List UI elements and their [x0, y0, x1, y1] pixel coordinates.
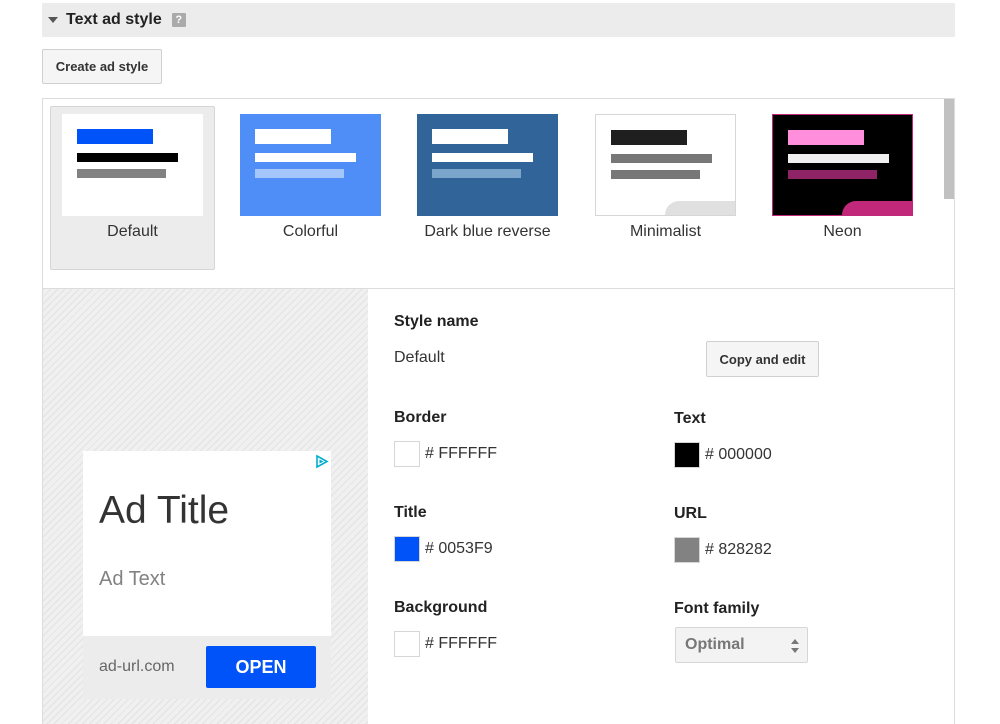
border-color-field[interactable]: # FFFFFF: [394, 441, 497, 467]
style-option-dark-blue-reverse[interactable]: Dark blue reverse: [405, 106, 570, 270]
style-thumbnail[interactable]: [240, 114, 381, 216]
thumb-title-bar: [611, 130, 687, 145]
thumb-title-bar: [77, 129, 153, 144]
thumb-text-bar: [788, 170, 877, 179]
text-swatch[interactable]: [674, 442, 700, 468]
thumb-text-bar: [432, 153, 533, 162]
create-ad-style-button[interactable]: Create ad style: [42, 49, 162, 84]
thumb-text-bar: [432, 169, 521, 178]
title-color-field[interactable]: # 0053F9: [394, 536, 493, 562]
style-option-colorful[interactable]: Colorful: [228, 106, 393, 270]
thumb-button-shape: [842, 201, 912, 215]
background-label: Background: [394, 599, 488, 616]
text-label: Text: [674, 410, 706, 427]
thumb-button-shape: [665, 201, 735, 215]
style-label: Minimalist: [629, 223, 702, 240]
hash-symbol: #: [705, 446, 714, 463]
thumb-text-bar: [255, 153, 356, 162]
style-thumbnail[interactable]: [772, 114, 913, 216]
title-hex[interactable]: 0053F9: [438, 540, 492, 558]
hash-symbol: #: [425, 635, 434, 652]
style-option-minimalist[interactable]: Minimalist: [583, 106, 748, 270]
style-thumbnail[interactable]: [417, 114, 558, 216]
border-swatch[interactable]: [394, 441, 420, 467]
ad-preview-area: Ad Title Ad Text ad-url.com OPEN: [43, 289, 368, 724]
style-thumbnail[interactable]: [62, 114, 203, 216]
font-family-select[interactable]: Optimal: [675, 627, 808, 663]
style-label: Neon: [823, 223, 862, 240]
open-button[interactable]: OPEN: [206, 646, 316, 688]
border-hex[interactable]: FFFFFF: [438, 445, 497, 463]
thumb-title-bar: [788, 130, 864, 145]
url-swatch[interactable]: [674, 537, 700, 563]
thumb-title-bar: [255, 129, 331, 144]
section-header[interactable]: Text ad style ?: [42, 3, 955, 37]
border-label: Border: [394, 409, 447, 426]
style-label: Dark blue reverse: [424, 223, 551, 240]
hash-symbol: #: [705, 541, 714, 558]
copy-and-edit-button[interactable]: Copy and edit: [706, 341, 819, 377]
ad-title[interactable]: Ad Title: [99, 489, 229, 533]
font-family-value: Optimal: [685, 636, 745, 653]
style-name-label: Style name: [394, 313, 479, 330]
url-hex[interactable]: 828282: [718, 541, 771, 559]
ad-url[interactable]: ad-url.com: [99, 658, 175, 676]
ad-preview-card: Ad Title Ad Text ad-url.com OPEN: [83, 451, 331, 699]
style-thumbnail[interactable]: [595, 114, 736, 216]
url-color-field[interactable]: # 828282: [674, 537, 772, 563]
thumb-title-bar: [432, 129, 508, 144]
ad-style-panel: Default Colorful Dark blue reverse Minimali…: [42, 98, 955, 724]
title-label: Title: [394, 504, 427, 521]
background-color-field[interactable]: # FFFFFF: [394, 631, 497, 657]
title-swatch[interactable]: [394, 536, 420, 562]
style-gallery: Default Colorful Dark blue reverse Minimali…: [43, 99, 954, 289]
thumb-text-bar: [77, 153, 178, 162]
select-arrows-icon: [791, 639, 799, 653]
style-name-value: Default: [394, 349, 445, 366]
ad-choices-icon[interactable]: [314, 454, 329, 469]
hash-symbol: #: [425, 540, 434, 557]
help-icon[interactable]: ?: [171, 13, 186, 27]
section-title: Text ad style: [66, 11, 162, 28]
background-hex[interactable]: FFFFFF: [438, 635, 497, 653]
gallery-scrollbar[interactable]: [944, 99, 954, 199]
ad-footer: ad-url.com OPEN: [83, 636, 331, 699]
thumb-text-bar: [611, 170, 700, 179]
url-label: URL: [674, 505, 707, 522]
thumb-text-bar: [77, 169, 166, 178]
style-label: Colorful: [282, 223, 339, 240]
thumb-text-bar: [788, 154, 889, 163]
style-option-neon[interactable]: Neon: [760, 106, 925, 270]
style-label: Default: [107, 223, 158, 240]
text-color-field[interactable]: # 000000: [674, 442, 772, 468]
background-swatch[interactable]: [394, 631, 420, 657]
ad-text: Ad Text: [99, 568, 166, 590]
style-option-default[interactable]: Default: [50, 106, 215, 270]
font-family-label: Font family: [674, 600, 760, 617]
thumb-text-bar: [611, 154, 712, 163]
hash-symbol: #: [425, 445, 434, 462]
caret-down-icon[interactable]: [48, 17, 58, 23]
thumb-text-bar: [255, 169, 344, 178]
text-hex[interactable]: 000000: [718, 446, 771, 464]
